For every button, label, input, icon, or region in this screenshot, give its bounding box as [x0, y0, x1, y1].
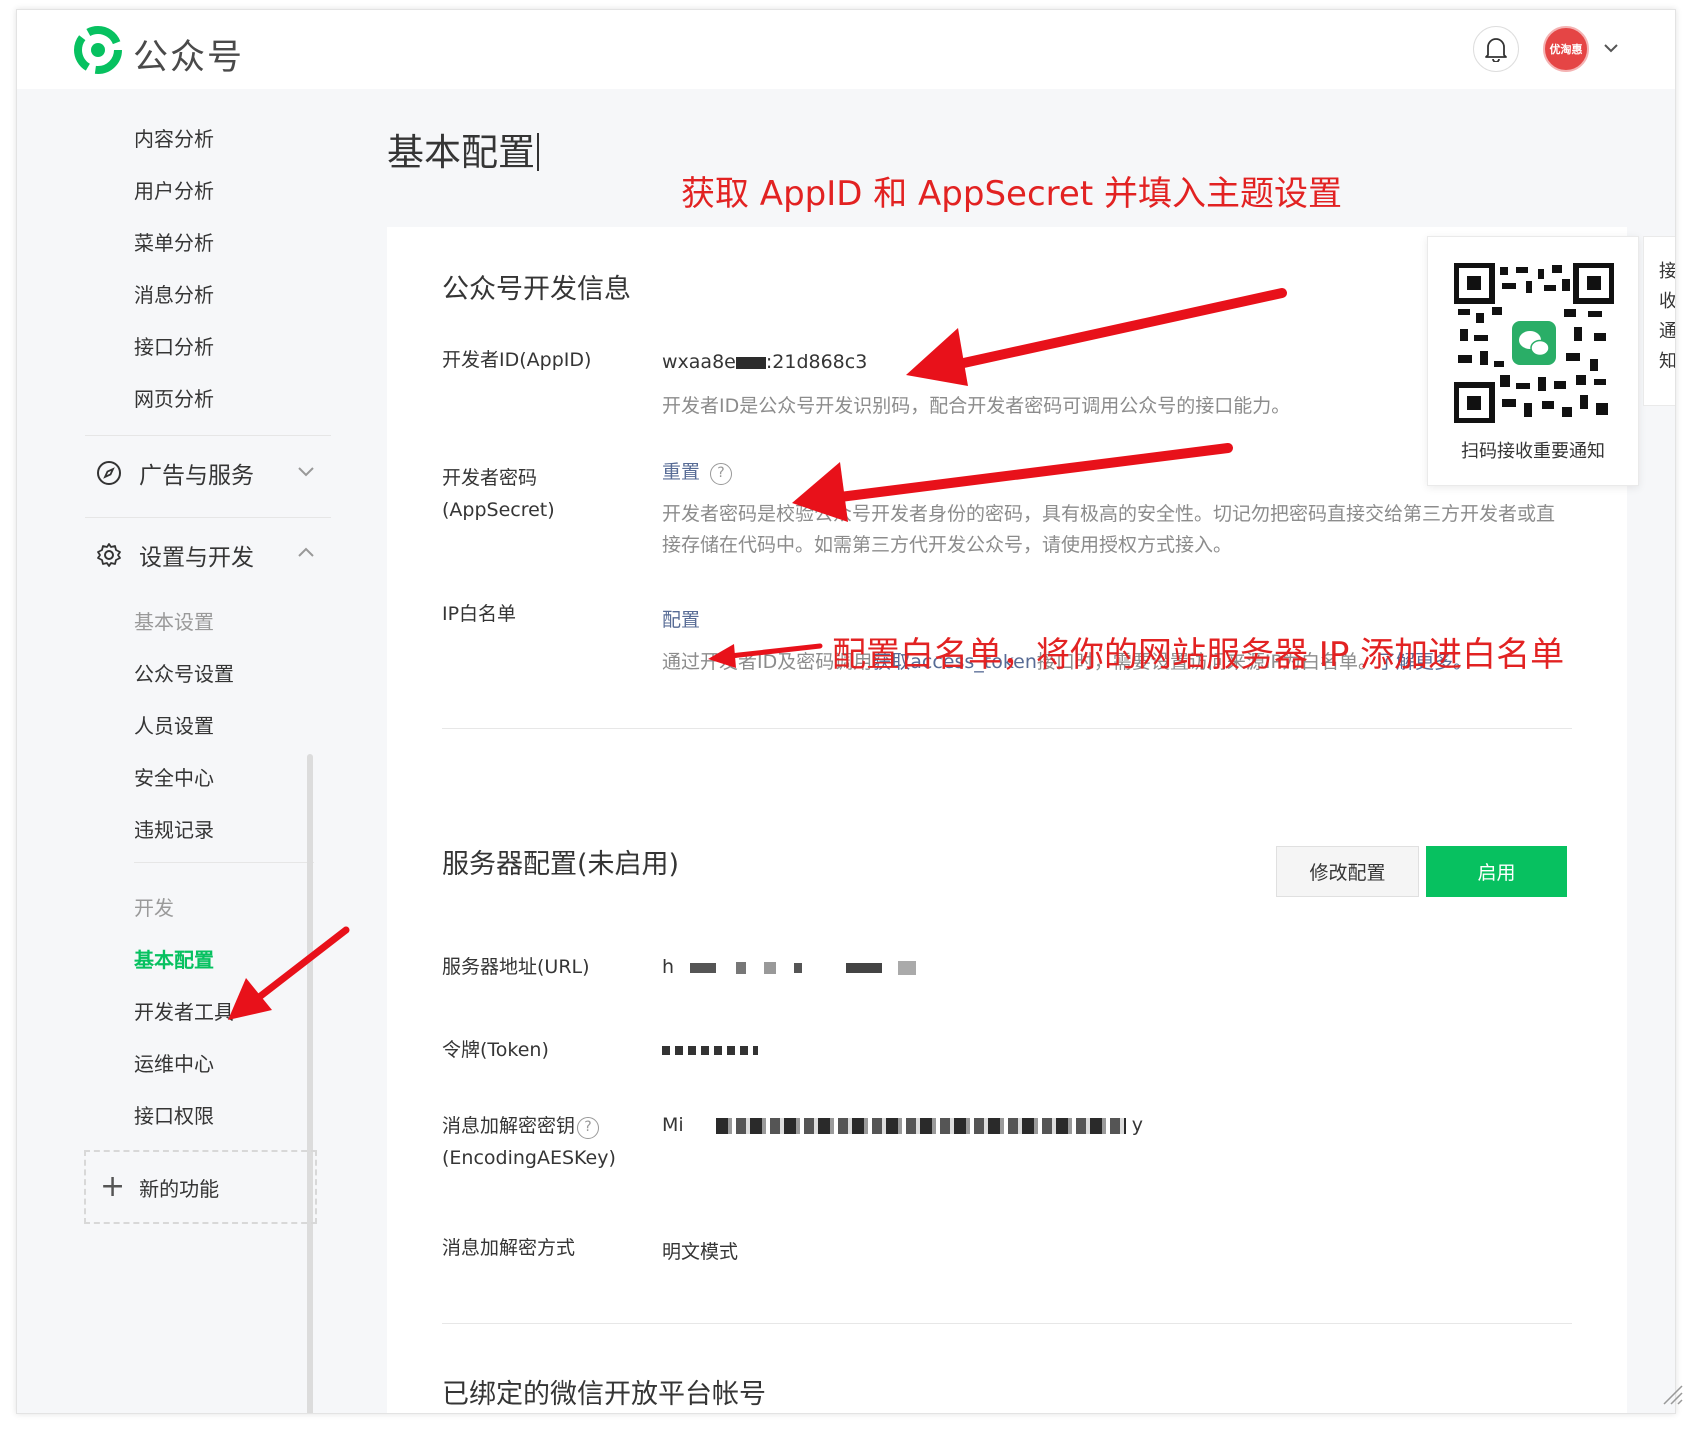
token-value — [662, 1039, 758, 1061]
qr-notify-card: 扫码接收重要通知 — [1427, 236, 1639, 486]
qr-code-icon[interactable] — [1454, 263, 1614, 423]
appid-label: 开发者ID(AppID) — [442, 349, 592, 371]
sidebar-group-settings-dev[interactable]: 设置与开发 — [95, 538, 314, 572]
sidebar-item-security-center[interactable]: 安全中心 — [134, 762, 214, 791]
edit-config-button[interactable]: 修改配置 — [1276, 846, 1419, 897]
compass-icon — [97, 461, 121, 485]
chevron-down-icon[interactable] — [1599, 36, 1623, 60]
server-url-value: h — [662, 956, 917, 978]
sidebar-item-account-settings[interactable]: 公众号设置 — [134, 658, 234, 687]
encryption-mode-label: 消息加解密方式 — [442, 1237, 576, 1259]
qr-caption: 扫码接收重要通知 — [1461, 441, 1605, 462]
aes-key-label: 消息加解密密钥? (EncodingAESKey) — [442, 1115, 616, 1169]
sidebar-item-staff-settings[interactable]: 人员设置 — [134, 710, 214, 739]
gear-icon — [97, 543, 121, 567]
sidebar-divider — [134, 862, 314, 863]
sidebar-item-api-permissions[interactable]: 接口权限 — [134, 1100, 214, 1129]
new-feature-button[interactable]: + 新的功能 — [84, 1150, 317, 1224]
sidebar-group-label: 设置与开发 — [139, 545, 254, 571]
chevron-up-icon[interactable] — [295, 542, 317, 564]
enable-button[interactable]: 启用 — [1426, 846, 1567, 897]
brand-name: 公众号 — [133, 38, 245, 78]
top-bar: 公众号 优淘惠 — [17, 10, 1675, 89]
resize-grip-icon[interactable] — [1658, 1380, 1684, 1406]
sidebar-item-user-analysis[interactable]: 用户分析 — [134, 175, 214, 204]
token-label: 令牌(Token) — [442, 1039, 549, 1061]
appid-value: wxaa8e:21d868c3 — [662, 351, 868, 373]
sidebar-item-api-analysis[interactable]: 接口分析 — [134, 331, 214, 360]
sidebar-group-ads-services[interactable]: 广告与服务 — [95, 456, 314, 490]
sidebar-item-violation-records[interactable]: 违规记录 — [134, 814, 214, 843]
plus-icon: + — [100, 1169, 126, 1204]
wechat-mp-logo-icon[interactable] — [72, 24, 124, 76]
new-feature-label: 新的功能 — [139, 1176, 220, 1201]
page-title: 基本配置 — [387, 122, 539, 176]
receive-notice-tab[interactable]: 接 收 通 知 — [1643, 236, 1675, 406]
notification-bell-button[interactable] — [1473, 26, 1519, 72]
sidebar-item-dev-tools[interactable]: 开发者工具 — [134, 996, 234, 1025]
account-avatar[interactable]: 优淘惠 — [1543, 26, 1589, 72]
section-divider — [442, 728, 1572, 729]
sidebar-item-web-analysis[interactable]: 网页分析 — [134, 383, 214, 412]
server-config-title: 服务器配置(未启用) — [442, 849, 680, 880]
sidebar-item-menu-analysis[interactable]: 菜单分析 — [134, 227, 214, 256]
ip-whitelist-label: IP白名单 — [442, 603, 517, 625]
chevron-down-icon[interactable] — [295, 460, 317, 482]
app-window: 公众号 优淘惠 内容分析 用户分析 菜单分析 消息分析 接口分析 网页分析 广告… — [16, 9, 1676, 1414]
annotation-ip-whitelist: 配置白名单，将你的网站服务器 IP 添加进白名单 — [832, 635, 1565, 675]
help-icon[interactable]: ? — [577, 1117, 600, 1139]
bound-open-platform-title: 已绑定的微信开放平台帐号 — [442, 1379, 766, 1410]
bell-icon — [1485, 38, 1507, 62]
sidebar-item-content-analysis[interactable]: 内容分析 — [134, 123, 214, 152]
ip-whitelist-config-link[interactable]: 配置 — [662, 605, 700, 632]
sidebar-divider — [85, 435, 331, 436]
appsecret-value: 重置? — [662, 457, 733, 485]
appsecret-description: 开发者密码是校验公众号开发者身份的密码，具有极高的安全性。切记勿把密码直接交给第… — [662, 503, 1556, 556]
sidebar-item-basic-config[interactable]: 基本配置 — [134, 944, 214, 973]
sidebar-section-dev: 开发 — [134, 896, 174, 920]
dev-info-title: 公众号开发信息 — [442, 274, 631, 305]
aes-key-value: Mi y — [662, 1114, 1144, 1136]
section-divider — [442, 1323, 1572, 1324]
server-url-label: 服务器地址(URL) — [442, 956, 590, 978]
sidebar-item-ops-center[interactable]: 运维中心 — [134, 1048, 214, 1077]
help-icon[interactable]: ? — [710, 463, 733, 485]
sidebar-group-label: 广告与服务 — [139, 463, 254, 489]
appsecret-label: 开发者密码(AppSecret) — [442, 467, 555, 521]
sidebar-item-basic-settings[interactable]: 基本设置 — [134, 606, 214, 635]
sidebar-divider — [85, 517, 331, 518]
encryption-mode-value: 明文模式 — [662, 1241, 739, 1263]
annotation-top: 获取 AppID 和 AppSecret 并填入主题设置 — [681, 174, 1342, 214]
sidebar-item-message-analysis[interactable]: 消息分析 — [134, 279, 214, 308]
reset-secret-link[interactable]: 重置 — [662, 461, 700, 483]
sidebar-scrollbar[interactable] — [307, 754, 313, 1413]
